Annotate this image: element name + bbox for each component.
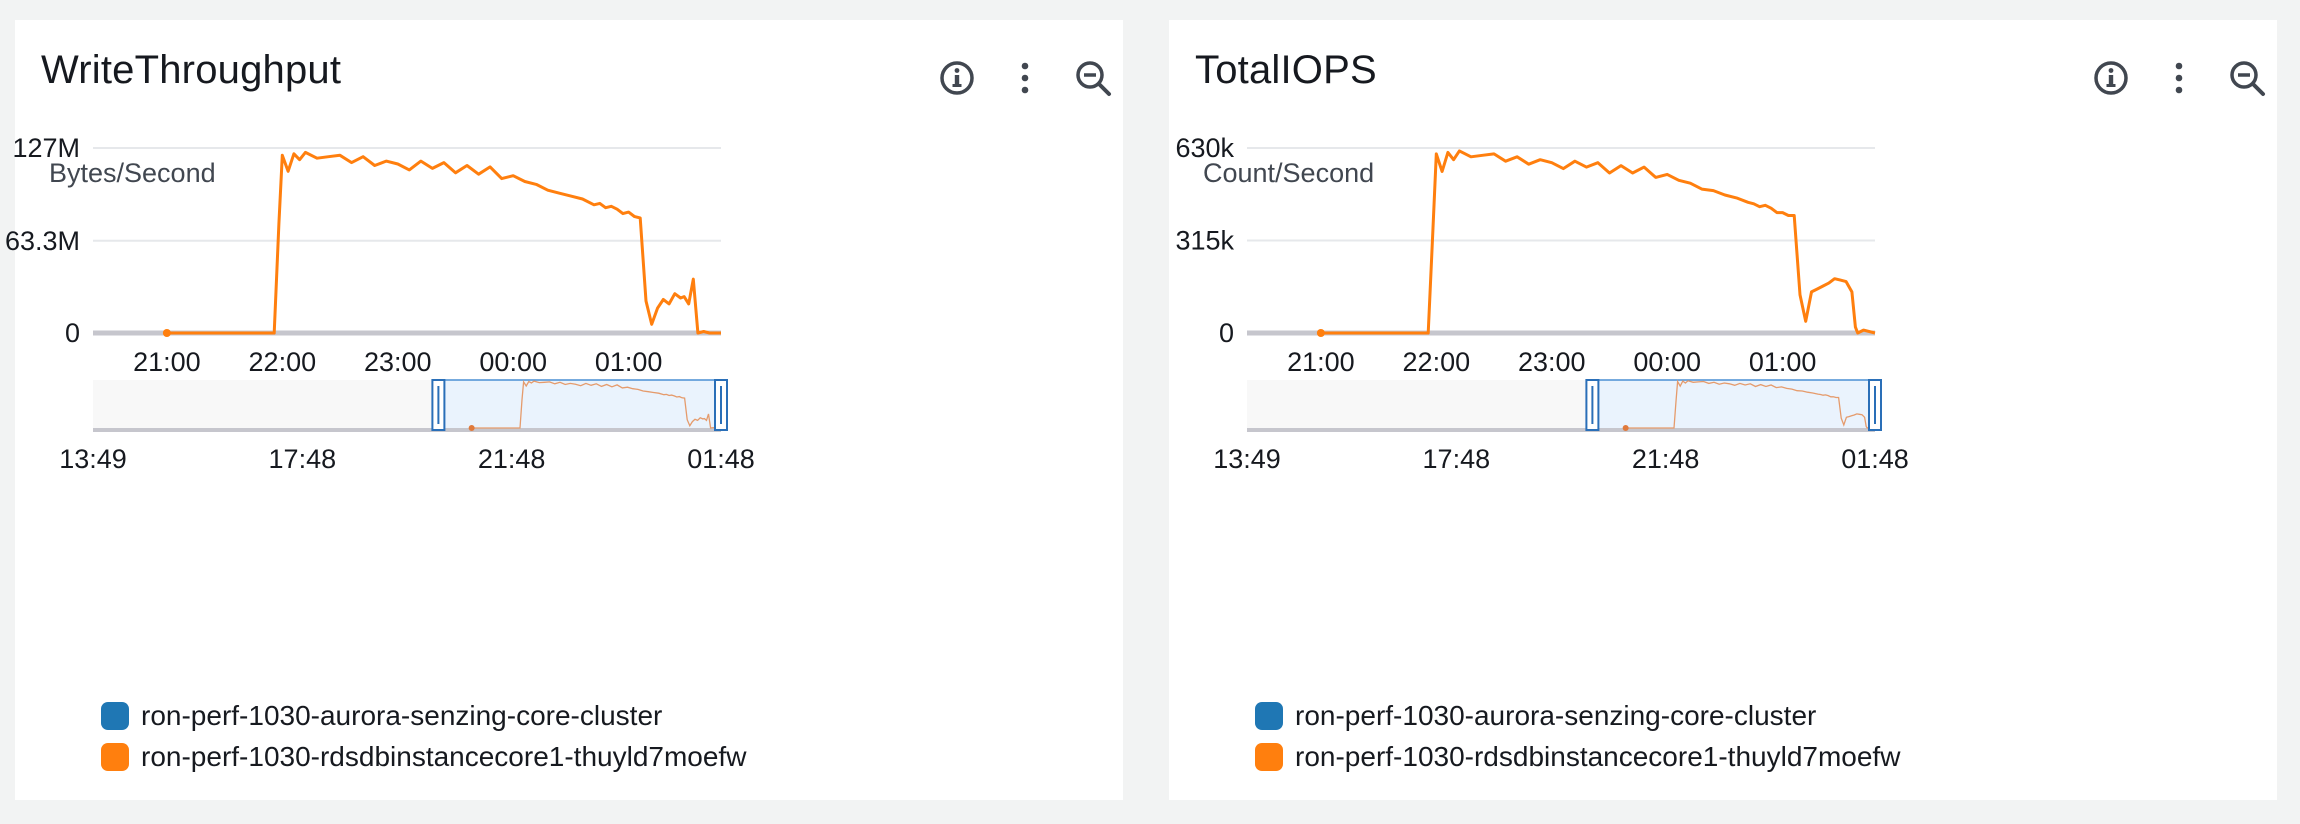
- overview-x-tick-label: 17:48: [1423, 444, 1491, 474]
- y-tick-label: 630k: [1175, 133, 1234, 163]
- legend-swatch: [1255, 743, 1283, 771]
- x-tick-label: 23:00: [364, 347, 432, 377]
- range-handle-left[interactable]: [431, 379, 446, 431]
- x-tick-label: 01:00: [1749, 347, 1817, 377]
- legend: ron-perf-1030-aurora-senzing-core-cluste…: [1255, 696, 1900, 778]
- series-start-point: [162, 329, 171, 337]
- range-handle-left[interactable]: [1585, 379, 1600, 431]
- legend-item[interactable]: ron-perf-1030-aurora-senzing-core-cluste…: [101, 696, 746, 736]
- legend-label: ron-perf-1030-aurora-senzing-core-cluste…: [141, 700, 663, 731]
- x-tick-label: 00:00: [479, 347, 547, 377]
- overview-start-point: [1622, 425, 1629, 431]
- line-chart: 0 63.3M 127M 21:00 22:00 23:00 00:00 01:00 13:49…: [5, 133, 755, 474]
- overview-x-tick-label: 13:49: [1213, 444, 1281, 474]
- overview-x-tick-label: 01:48: [687, 444, 755, 474]
- series-line: [1320, 149, 1876, 335]
- overview-x-tick-label: 21:48: [478, 444, 546, 474]
- legend-label: ron-perf-1030-rdsdbinstancecore1-thuyld7…: [1295, 741, 1901, 772]
- widget-write-throughput: WriteThroughput Bytes/Second 0 63.3M 127M 2…: [5, 20, 1123, 800]
- y-tick-label: 0: [65, 318, 80, 348]
- overview-selection: [1591, 379, 1876, 431]
- x-tick-label: 00:00: [1633, 347, 1701, 377]
- legend-swatch: [1255, 702, 1283, 730]
- widget-total-iops: TotalIOPS Count/Second 0 315k 630k 21:00 22:…: [1169, 20, 2277, 800]
- overview-x-tick-label: 01:48: [1841, 444, 1909, 474]
- legend-label: ron-perf-1030-rdsdbinstancecore1-thuyld7…: [141, 741, 747, 772]
- x-tick-label: 21:00: [1287, 347, 1355, 377]
- overview-selection: [437, 379, 722, 431]
- range-handle-right[interactable]: [714, 379, 728, 431]
- y-tick-label: 127M: [12, 133, 80, 163]
- series-line: [166, 150, 721, 335]
- legend-item[interactable]: ron-perf-1030-aurora-senzing-core-cluste…: [1255, 696, 1900, 736]
- overview-x-tick-label: 13:49: [59, 444, 127, 474]
- y-tick-label: 0: [1219, 318, 1234, 348]
- x-tick-label: 23:00: [1518, 347, 1586, 377]
- x-tick-label: 22:00: [249, 347, 317, 377]
- x-tick-label: 22:00: [1403, 347, 1471, 377]
- overview-x-tick-label: 21:48: [1632, 444, 1700, 474]
- legend-item[interactable]: ron-perf-1030-rdsdbinstancecore1-thuyld7…: [101, 737, 746, 777]
- legend-label: ron-perf-1030-aurora-senzing-core-cluste…: [1295, 700, 1817, 731]
- legend-swatch: [101, 743, 129, 771]
- series-start-point: [1316, 329, 1325, 337]
- overview-start-point: [468, 425, 475, 431]
- x-tick-label: 21:00: [133, 347, 201, 377]
- legend: ron-perf-1030-aurora-senzing-core-cluste…: [101, 696, 746, 778]
- range-handle-right[interactable]: [1868, 379, 1882, 431]
- overview-x-tick-label: 17:48: [269, 444, 337, 474]
- legend-item[interactable]: ron-perf-1030-rdsdbinstancecore1-thuyld7…: [1255, 737, 1900, 777]
- legend-swatch: [101, 702, 129, 730]
- x-tick-label: 01:00: [595, 347, 663, 377]
- y-tick-label: 315k: [1175, 226, 1234, 256]
- line-chart: 0 315k 630k 21:00 22:00 23:00 00:00 01:00 13:49 1…: [1175, 133, 1909, 474]
- y-tick-label: 63.3M: [5, 226, 80, 256]
